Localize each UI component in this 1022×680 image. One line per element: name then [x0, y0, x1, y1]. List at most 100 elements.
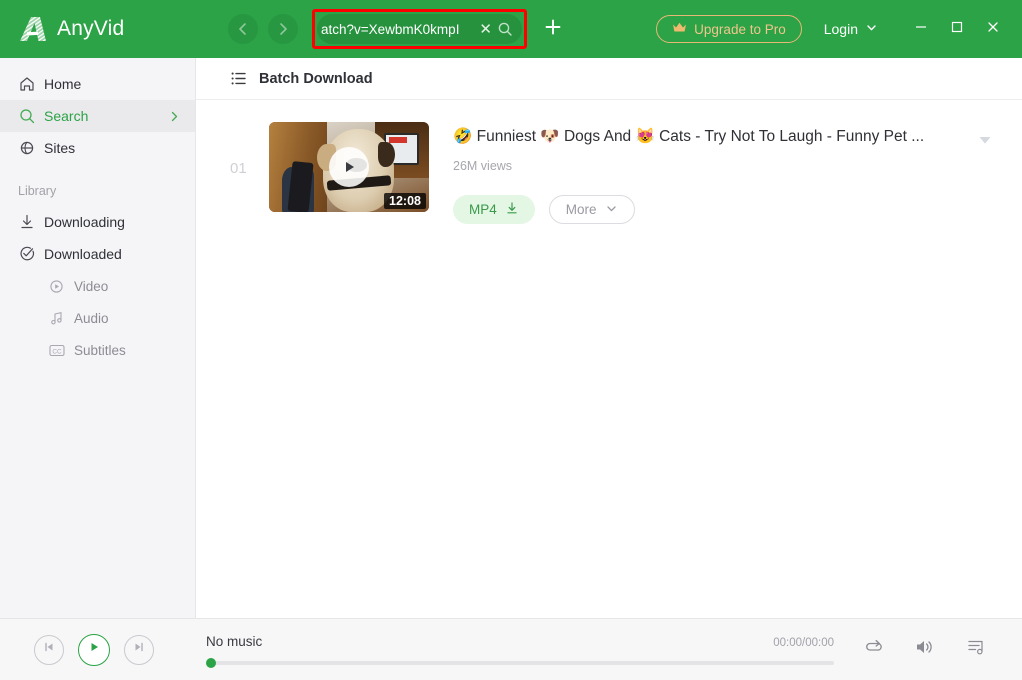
chevron-down-icon [865, 21, 878, 37]
sidebar-item-sites[interactable]: Sites [0, 132, 195, 164]
player-progress-bar[interactable] [206, 658, 834, 668]
skip-next-icon [132, 640, 146, 659]
navigation-buttons [228, 14, 298, 44]
search-highlight-box: atch?v=XewbmK0kmpI ✕ [312, 9, 527, 49]
sidebar-sub-label: Audio [74, 310, 109, 326]
more-options-button[interactable]: More [548, 195, 635, 224]
body: Home Search Sites Library Downloading Do… [0, 58, 1022, 618]
chevron-left-icon [235, 21, 251, 37]
maximize-button[interactable] [950, 20, 964, 39]
sidebar-item-home[interactable]: Home [0, 68, 195, 100]
search-input[interactable]: atch?v=XewbmK0kmpI [321, 22, 474, 37]
playlist-icon [966, 637, 986, 662]
sidebar-item-label: Downloaded [44, 246, 122, 262]
sidebar-item-label: Sites [44, 140, 76, 156]
caret-down-icon[interactable] [978, 126, 992, 150]
music-note-icon [48, 310, 74, 327]
globe-icon [18, 139, 44, 157]
upgrade-label: Upgrade to Pro [694, 21, 786, 37]
page-title: Batch Download [259, 70, 373, 87]
sidebar-item-label: Downloading [44, 214, 125, 230]
window-controls [914, 20, 1010, 39]
previous-track-button[interactable] [34, 634, 64, 665]
sidebar-item-label: Home [44, 76, 82, 92]
batch-download-header: Batch Download [196, 58, 1022, 100]
video-views: 26M views [453, 159, 513, 173]
login-label: Login [823, 21, 858, 37]
close-button[interactable] [986, 20, 1000, 39]
close-icon [986, 20, 1000, 39]
minimize-button[interactable] [914, 20, 928, 39]
close-icon[interactable]: ✕ [474, 22, 497, 37]
player-transport-controls [18, 633, 154, 666]
playlist-button[interactable] [966, 637, 986, 662]
repeat-icon [864, 637, 884, 662]
sidebar-sub-label: Video [74, 278, 109, 294]
sidebar-item-audio[interactable]: Audio [0, 302, 195, 334]
anyvid-logo-icon [18, 14, 48, 44]
new-tab-button[interactable] [540, 16, 566, 42]
closed-caption-icon: CC [48, 343, 74, 358]
result-title-row: 🤣 Funniest 🐶 Dogs And 😻 Cats - Try Not T… [453, 126, 992, 150]
volume-button[interactable] [914, 637, 936, 662]
header-actions: Upgrade to Pro Login [656, 15, 1022, 43]
video-title[interactable]: 🤣 Funniest 🐶 Dogs And 😻 Cats - Try Not T… [453, 126, 964, 148]
sidebar-sub-label: Subtitles [74, 342, 126, 358]
check-circle-icon [18, 245, 44, 263]
plus-icon [543, 17, 563, 42]
sidebar-section-library: Library [18, 184, 57, 198]
title-bar: AnyVid atch?v=XewbmK0kmpI ✕ Upgrade to P… [0, 0, 1022, 58]
play-icon [87, 640, 101, 659]
download-mp4-button[interactable]: MP4 [453, 195, 535, 224]
download-mp4-label: MP4 [469, 202, 497, 217]
sidebar-item-video[interactable]: Video [0, 270, 195, 302]
skip-previous-icon [42, 640, 56, 659]
results-list: 01 12:08 🤣 Funniest 🐶 Dogs And 😻 Cats - … [196, 100, 1022, 618]
sidebar-item-label: Search [44, 108, 89, 124]
play-circle-icon [48, 278, 74, 295]
list-icon [230, 70, 247, 87]
upgrade-to-pro-button[interactable]: Upgrade to Pro [656, 15, 802, 43]
now-playing-title: No music [206, 634, 263, 649]
svg-text:CC: CC [52, 348, 62, 355]
download-icon [18, 213, 44, 231]
player-bar: No music 00:00/00:00 [0, 618, 1022, 680]
home-icon [18, 75, 44, 93]
app-logo: AnyVid [0, 14, 196, 44]
thumb-tv-screen [388, 137, 408, 144]
login-button[interactable]: Login [824, 21, 878, 37]
search-bar[interactable]: atch?v=XewbmK0kmpI ✕ [317, 14, 522, 44]
player-now-playing: No music 00:00/00:00 [154, 634, 864, 668]
video-thumbnail[interactable]: 12:08 [269, 122, 429, 212]
next-track-button[interactable] [124, 634, 154, 665]
sidebar: Home Search Sites Library Downloading Do… [0, 58, 196, 618]
crown-icon [672, 21, 687, 37]
more-label: More [565, 202, 597, 217]
chevron-right-icon [275, 21, 291, 37]
sidebar-item-search[interactable]: Search [0, 100, 195, 132]
player-progress-handle[interactable] [206, 658, 216, 668]
search-icon[interactable] [497, 21, 513, 37]
main-content: Batch Download 01 12:08 🤣 Funniest 🐶 Dog… [196, 58, 1022, 618]
result-item: 01 12:08 🤣 Funniest 🐶 Dogs And 😻 Cats - … [196, 122, 1022, 224]
repeat-button[interactable] [864, 637, 884, 662]
maximize-icon [950, 20, 964, 39]
search-icon [18, 107, 44, 125]
play-icon[interactable] [329, 147, 369, 187]
sidebar-item-subtitles[interactable]: CC Subtitles [0, 334, 195, 366]
back-button[interactable] [228, 14, 258, 44]
app-window: AnyVid atch?v=XewbmK0kmpI ✕ Upgrade to P… [0, 0, 1022, 680]
download-icon [505, 201, 519, 218]
chevron-down-icon [605, 202, 618, 218]
sidebar-item-downloaded[interactable]: Downloaded [0, 238, 195, 270]
video-duration-badge: 12:08 [384, 193, 426, 209]
result-index: 01 [230, 160, 247, 177]
forward-button[interactable] [268, 14, 298, 44]
minimize-icon [914, 20, 928, 39]
chevron-right-icon [168, 110, 181, 123]
play-pause-button[interactable] [78, 633, 110, 666]
player-extra-controls [864, 637, 1004, 662]
volume-icon [914, 637, 936, 662]
sidebar-item-downloading[interactable]: Downloading [0, 206, 195, 238]
